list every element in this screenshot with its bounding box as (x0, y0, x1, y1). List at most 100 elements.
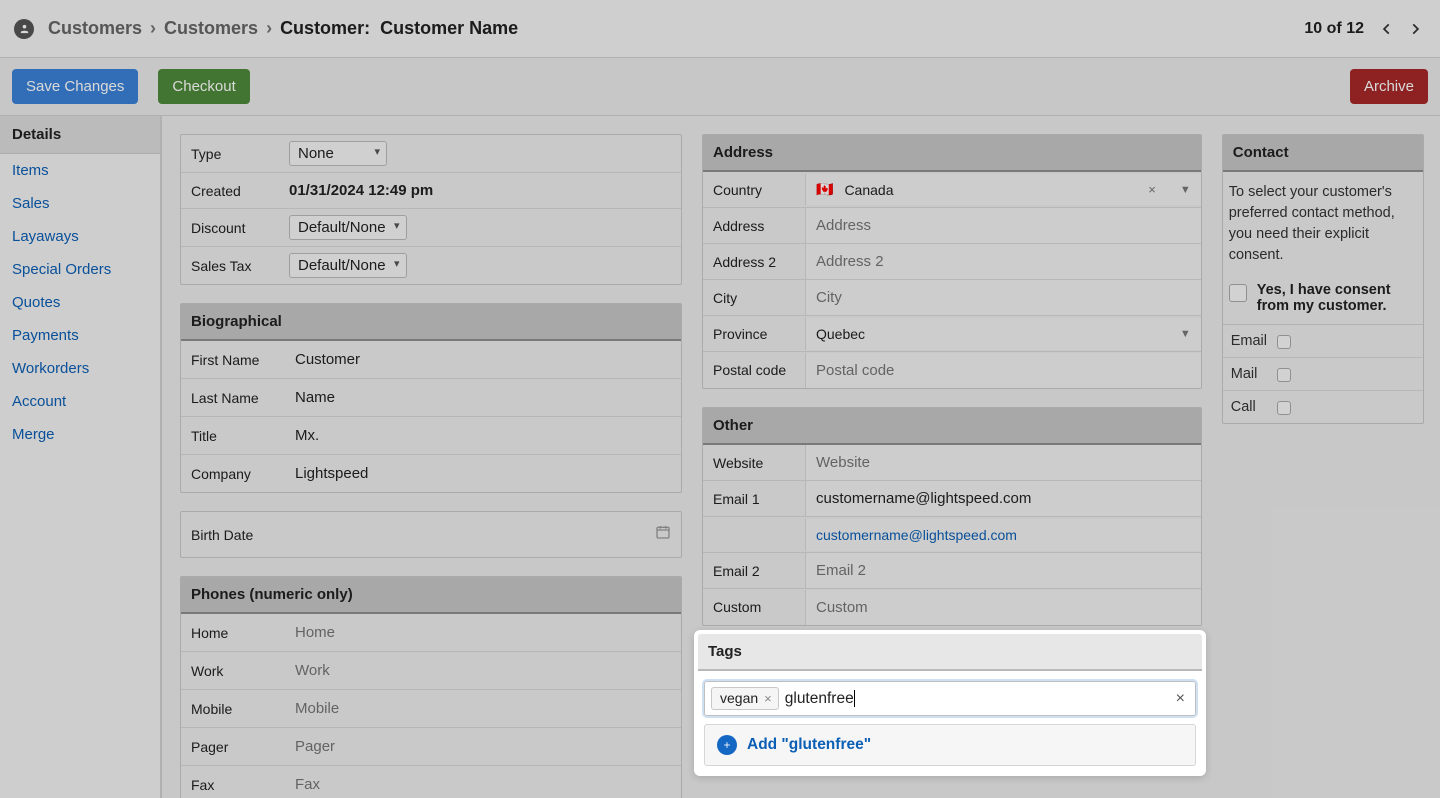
crumb-root[interactable]: Customers (48, 18, 142, 39)
email1-input[interactable] (805, 481, 1201, 516)
email1-label: Email 1 (703, 483, 805, 515)
sidebar-item-workorders[interactable]: Workorders (0, 352, 160, 385)
website-input[interactable] (805, 445, 1201, 480)
phone-work-input[interactable] (289, 658, 673, 683)
tags-header: Tags (698, 634, 1202, 671)
other-header: Other (703, 408, 1201, 445)
birthdate-label: Birth Date (191, 527, 253, 543)
province-select[interactable]: Quebec ▼ (805, 318, 1201, 350)
phone-fax-input[interactable] (289, 772, 673, 797)
clear-country-icon[interactable]: × (1144, 182, 1160, 197)
sidebar-item-sales[interactable]: Sales (0, 187, 160, 220)
next-button[interactable] (1404, 18, 1426, 40)
birthdate-panel: Birth Date (180, 511, 682, 558)
firstname-label: First Name (181, 344, 281, 376)
crumb-customer-name: Customer Name (380, 18, 518, 38)
city-label: City (703, 282, 805, 314)
tag-chip-label: vegan (720, 690, 758, 706)
sidebar: Details Items Sales Layaways Special Ord… (0, 116, 162, 798)
archive-button[interactable]: Archive (1350, 69, 1428, 104)
email2-input[interactable] (805, 553, 1201, 588)
email2-label: Email 2 (703, 555, 805, 587)
address-label: Address (703, 210, 805, 242)
custom-label: Custom (703, 591, 805, 623)
country-label: Country (703, 174, 805, 206)
plus-circle-icon (717, 735, 737, 755)
tag-add-suggestion[interactable]: Add "glutenfree" (704, 724, 1196, 766)
country-select[interactable]: 🇨🇦 Canada × ▼ (805, 174, 1201, 205)
phone-mobile-label: Mobile (181, 693, 281, 725)
consent-label: Yes, I have consent from my customer. (1257, 282, 1417, 314)
phone-mobile-input[interactable] (289, 696, 673, 721)
tags-input[interactable]: vegan × glutenfree​ × (704, 681, 1196, 716)
save-button[interactable]: Save Changes (12, 69, 138, 104)
tags-clear-icon[interactable]: × (1174, 690, 1187, 708)
type-select[interactable]: None (289, 141, 387, 166)
phone-work-label: Work (181, 655, 281, 687)
address-panel: Address Country 🇨🇦 Canada × ▼ Addr (702, 134, 1202, 389)
phones-header: Phones (numeric only) (181, 577, 681, 614)
contact-mail-checkbox[interactable] (1277, 368, 1291, 382)
lastname-label: Last Name (181, 382, 281, 414)
company-input[interactable] (289, 461, 673, 486)
address-input[interactable] (805, 208, 1201, 243)
country-value: Canada (844, 182, 893, 198)
sidebar-item-payments[interactable]: Payments (0, 319, 160, 352)
company-label: Company (181, 458, 281, 490)
sidebar-item-items[interactable]: Items (0, 154, 160, 187)
crumb-second[interactable]: Customers (164, 18, 258, 39)
flag-canada-icon: 🇨🇦 (816, 181, 830, 198)
title-input[interactable] (289, 423, 673, 448)
tag-chip-vegan[interactable]: vegan × (711, 687, 779, 710)
contact-call-label: Call (1231, 399, 1277, 415)
salestax-select[interactable]: Default/None (289, 253, 407, 278)
province-label: Province (703, 318, 805, 350)
contact-email-checkbox[interactable] (1277, 335, 1291, 349)
discount-select[interactable]: Default/None (289, 215, 407, 240)
tag-remove-icon[interactable]: × (764, 691, 772, 706)
website-label: Website (703, 447, 805, 479)
phone-fax-label: Fax (181, 769, 281, 798)
city-input[interactable] (805, 280, 1201, 315)
title-label: Title (181, 420, 281, 452)
sidebar-item-merge[interactable]: Merge (0, 418, 160, 451)
created-value: 01/31/2024 12:49 pm (289, 182, 433, 199)
contact-header: Contact (1223, 135, 1423, 172)
contact-email-label: Email (1231, 333, 1277, 349)
action-bar: Save Changes Checkout Archive (0, 58, 1440, 116)
contact-call-checkbox[interactable] (1277, 401, 1291, 415)
postal-input[interactable] (805, 353, 1201, 388)
sidebar-header-details: Details (0, 116, 160, 154)
customers-icon (14, 19, 34, 39)
sidebar-item-quotes[interactable]: Quotes (0, 286, 160, 319)
phone-home-input[interactable] (289, 620, 673, 645)
tag-typing-text: glutenfree​ (785, 690, 855, 708)
lastname-input[interactable] (289, 385, 673, 410)
created-label: Created (181, 175, 281, 207)
province-value: Quebec (816, 326, 865, 342)
phone-pager-input[interactable] (289, 734, 673, 759)
address2-label: Address 2 (703, 246, 805, 278)
other-panel: Other Website Email 1 customername@light… (702, 407, 1202, 626)
sidebar-item-layaways[interactable]: Layaways (0, 220, 160, 253)
tags-panel: Tags vegan × glutenfree​ × Add "glutenfr… (694, 630, 1206, 776)
sidebar-item-special-orders[interactable]: Special Orders (0, 253, 160, 286)
custom-input[interactable] (805, 590, 1201, 625)
tag-suggest-label: Add "glutenfree" (747, 736, 871, 754)
calendar-icon[interactable] (655, 524, 671, 545)
firstname-input[interactable] (289, 347, 673, 372)
contact-mail-label: Mail (1231, 366, 1277, 382)
email1-link[interactable]: customername@lightspeed.com (816, 527, 1017, 543)
contact-info-text: To select your customer's preferred cont… (1223, 172, 1423, 276)
postal-label: Postal code (703, 354, 805, 386)
crumb-current: Customer: Customer Name (280, 18, 518, 39)
crumb-prefix: Customer: (280, 18, 370, 38)
consent-checkbox[interactable] (1229, 284, 1247, 302)
chevron-down-icon: ▼ (1180, 184, 1191, 196)
prev-button[interactable] (1376, 18, 1398, 40)
salestax-label: Sales Tax (181, 250, 281, 282)
address2-input[interactable] (805, 244, 1201, 279)
sidebar-item-account[interactable]: Account (0, 385, 160, 418)
biographical-panel: Biographical First Name Last Name Title … (180, 303, 682, 493)
checkout-button[interactable]: Checkout (158, 69, 249, 104)
